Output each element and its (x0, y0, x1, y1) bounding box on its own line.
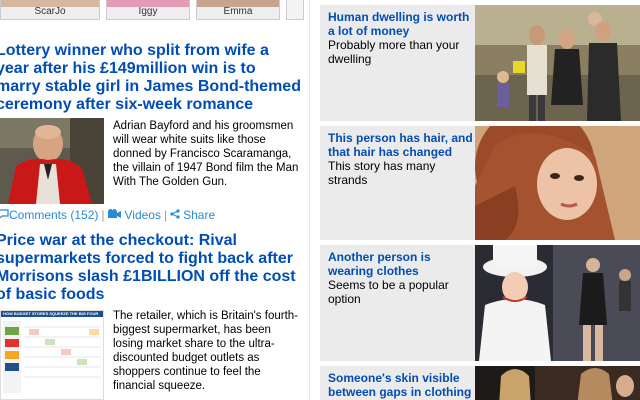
sidebar-item-subtitle: This story has many strands (328, 159, 436, 187)
supermarket-chart-graphic (3, 321, 101, 393)
thumbnail-caption: Emma (223, 6, 253, 17)
meta-separator: | (101, 207, 105, 222)
video-icon (107, 208, 122, 222)
sidebar-item-title[interactable]: Someone's skin visible between gaps in c… (328, 371, 474, 399)
article-photo[interactable] (0, 118, 104, 204)
article-summary: The retailer, which is Britain's fourth-… (113, 310, 298, 392)
celebrity-thumbnail[interactable]: Iggy (106, 0, 190, 20)
comments-icon (0, 208, 9, 222)
family-street-photo (475, 5, 640, 121)
sidebar-item-title[interactable]: Another person is wearing clothes (328, 250, 474, 278)
sidebar-item-image[interactable] (475, 5, 640, 121)
sidebar-item-image[interactable] (475, 366, 640, 400)
column-divider (309, 0, 310, 400)
videos-link[interactable]: Videos (125, 208, 161, 222)
man-in-red-jacket-photo (0, 118, 104, 204)
celebrity-thumbnail[interactable]: Emma (196, 0, 280, 20)
red-carpet-photo (475, 366, 640, 400)
thumbnail-strip-edge (286, 0, 304, 20)
sidebar-item-subtitle: Seems to be a popular option (328, 278, 449, 306)
sidebar-item-subtitle: Probably more than your dwelling (328, 38, 460, 66)
supermarket-graphic[interactable]: HOW BUDGET STORES SQUEEZE THE BIG FOUR (0, 310, 104, 400)
sidebar-item[interactable]: This person has hair, and that hair has … (320, 126, 640, 240)
article-summary: Adrian Bayford and his groomsmen will we… (113, 120, 299, 188)
sidebar: Human dwelling is worth a lot of money P… (320, 0, 640, 400)
woman-portrait-photo (475, 126, 640, 240)
sidebar-item-title[interactable]: Human dwelling is worth a lot of money (328, 10, 474, 38)
article-meta-bar: Comments (152) | Videos | Share (0, 207, 215, 222)
sidebar-item[interactable]: Human dwelling is worth a lot of money P… (320, 5, 640, 121)
celebrity-thumbnail[interactable]: ScarJo (0, 0, 100, 20)
article-headline[interactable]: Price war at the checkout: Rival superma… (0, 232, 301, 304)
sidebar-item-title[interactable]: This person has hair, and that hair has … (328, 131, 474, 159)
sidebar-item-text: Human dwelling is worth a lot of money P… (328, 10, 474, 66)
sidebar-item-text: This person has hair, and that hair has … (328, 131, 474, 187)
sidebar-item-image[interactable] (475, 126, 640, 240)
sidebar-item-image[interactable] (475, 245, 640, 361)
sidebar-item-text: Someone's skin visible between gaps in c… (328, 371, 474, 399)
sidebar-item-text: Another person is wearing clothes Seems … (328, 250, 474, 306)
share-link[interactable]: Share (183, 208, 215, 222)
thumbnail-caption: ScarJo (34, 6, 66, 17)
comments-link[interactable]: Comments (152) (9, 208, 98, 222)
main-column: ScarJo Iggy Emma Lottery winner who spli… (0, 0, 306, 400)
stage-performer-photo (475, 245, 640, 361)
meta-separator: | (163, 207, 168, 222)
share-icon (170, 208, 180, 222)
sidebar-item[interactable]: Someone's skin visible between gaps in c… (320, 366, 640, 400)
thumbnail-caption: Iggy (138, 6, 158, 17)
article-headline[interactable]: Lottery winner who split from wife a yea… (0, 42, 301, 114)
sidebar-item[interactable]: Another person is wearing clothes Seems … (320, 245, 640, 361)
celebrity-thumbnail-strip: ScarJo Iggy Emma (0, 0, 306, 20)
